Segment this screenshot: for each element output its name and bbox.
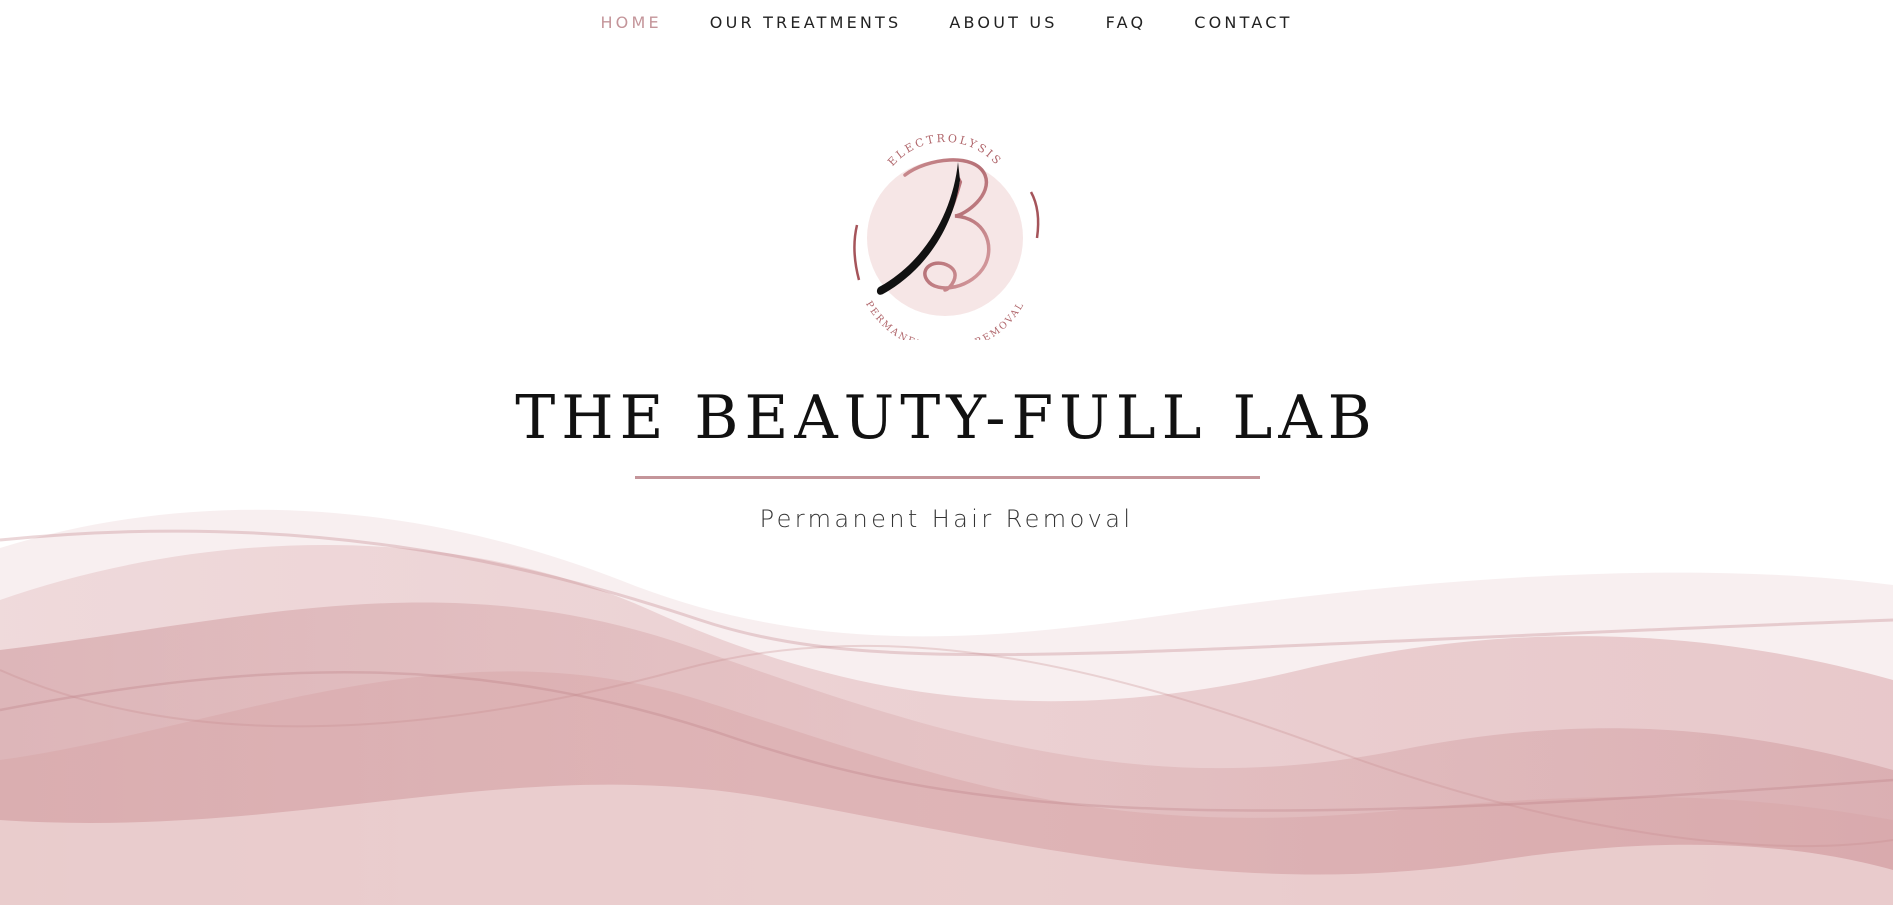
site-title: THE BEAUTY-FULL LAB xyxy=(515,383,1378,453)
nav-about-link[interactable]: ABOUT US xyxy=(949,13,1057,32)
nav-faq-link[interactable]: FAQ xyxy=(1106,13,1147,32)
main-nav: HOME OUR TREATMENTS ABOUT US FAQ CONTACT xyxy=(0,0,1893,44)
nav-contact-link[interactable]: CONTACT xyxy=(1194,13,1292,32)
nav-home-link[interactable]: HOME xyxy=(600,13,661,32)
site-subtitle: Permanent Hair Removal xyxy=(759,505,1134,533)
pink-wave-background xyxy=(0,509,1893,905)
brand-logo[interactable]: ELECTROLYSIS PERMANENT HAIR REMOVAL xyxy=(845,130,1045,340)
nav-treatments-link[interactable]: OUR TREATMENTS xyxy=(710,13,902,32)
title-divider xyxy=(635,476,1260,479)
